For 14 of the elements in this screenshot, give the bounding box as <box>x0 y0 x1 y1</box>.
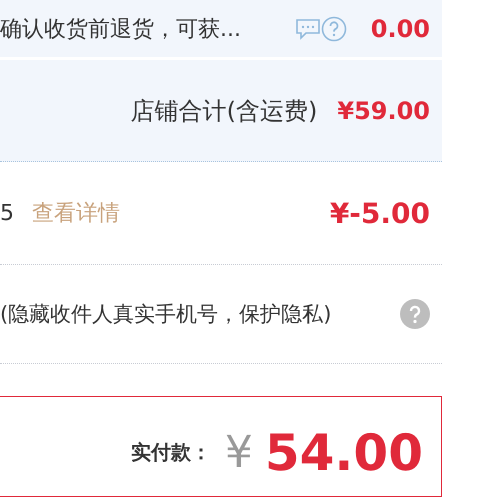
details-link[interactable]: 查看详情 <box>32 198 120 228</box>
chat-icon[interactable] <box>294 16 321 40</box>
help-icon[interactable] <box>400 299 430 329</box>
currency-sign: ¥ <box>224 427 253 478</box>
privacy-note: (隐藏收件人真实手机号，保护隐私) <box>0 301 332 328</box>
help-icon[interactable] <box>320 16 347 42</box>
shop-total-amount: ¥59.00 <box>337 96 430 124</box>
refund-amount: 0.00 <box>370 14 430 42</box>
payment-amount: 54.00 <box>264 424 423 482</box>
discount-text: 5 <box>0 200 14 226</box>
discount-amount: ¥-5.00 <box>330 196 430 230</box>
shop-total-label: 店铺合计(含运费) <box>130 96 318 126</box>
payment-label: 实付款： <box>130 439 211 466</box>
refund-note: 确认收货前退货，可获... <box>0 16 241 44</box>
